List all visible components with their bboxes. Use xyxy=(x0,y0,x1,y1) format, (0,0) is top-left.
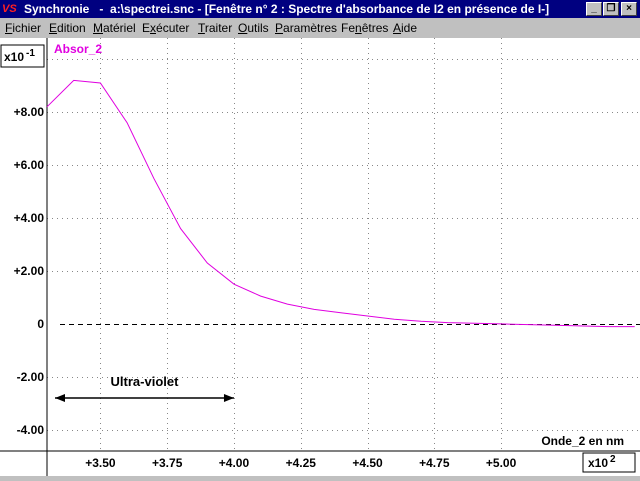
annotation-arrow-left-head xyxy=(55,394,66,403)
menu-fichier[interactable]: Fichier xyxy=(5,21,41,35)
y-tick-labels: +10.00+8.00+6.00+4.00+2.000-2.00-4.00 xyxy=(7,52,44,437)
annotation: Ultra-violet xyxy=(55,374,234,403)
x-tick-label: +4.00 xyxy=(219,456,250,470)
menu-executer[interactable]: Exécuter xyxy=(142,21,189,35)
x-tick-label: +4.75 xyxy=(419,456,450,470)
y-tick-label: +8.00 xyxy=(14,105,45,119)
x-tick-label: +4.50 xyxy=(352,456,383,470)
menu-edition[interactable]: Edition xyxy=(49,21,86,35)
status-strip xyxy=(0,476,640,480)
y-tick-label: +6.00 xyxy=(14,158,45,172)
menu-fenetres[interactable]: Fenêtres xyxy=(341,21,388,35)
y-tick-label: -4.00 xyxy=(17,423,45,437)
menu-parametres[interactable]: Paramètres xyxy=(275,21,337,35)
menu-bar: Fichier Edition Matériel Exécuter Traite… xyxy=(0,18,640,38)
restore-button[interactable]: ❐ xyxy=(603,2,619,16)
annotation-text: Ultra-violet xyxy=(111,374,180,389)
absorbance-chart: +10.00+8.00+6.00+4.00+2.000-2.00-4.00 +3… xyxy=(0,38,640,476)
y-tick-label: +2.00 xyxy=(14,264,45,278)
close-button[interactable]: × xyxy=(621,2,637,16)
menu-aide[interactable]: Aide xyxy=(393,21,417,35)
window-title: Synchronie - a:\spectrei.snc - [Fenêtre … xyxy=(24,2,550,16)
menu-materiel[interactable]: Matériel xyxy=(93,21,136,35)
y-tick-label: -2.00 xyxy=(17,370,45,384)
annotation-arrow-right-head xyxy=(223,394,234,403)
series-line xyxy=(46,79,635,328)
title-bar: VS Synchronie - a:\spectrei.snc - [Fenêt… xyxy=(0,0,640,18)
y-tick-label: +4.00 xyxy=(14,211,45,225)
x-tick-label: +5.00 xyxy=(486,456,517,470)
x-tick-labels: +3.50 +3.75 +4.00 +4.25 +4.50 +4.75 +5.00 xyxy=(85,456,516,470)
series-label: Absor_2 xyxy=(54,42,102,56)
y-tick-label: 0 xyxy=(37,317,44,331)
app-icon: VS xyxy=(2,3,17,15)
plot-area[interactable]: +10.00+8.00+6.00+4.00+2.000-2.00-4.00 +3… xyxy=(0,38,640,476)
menu-traiter[interactable]: Traiter xyxy=(198,21,232,35)
x-tick-label: +4.25 xyxy=(286,456,317,470)
menu-outils[interactable]: Outils xyxy=(238,21,269,35)
x-tick-label: +3.50 xyxy=(85,456,116,470)
minimize-button[interactable]: _ xyxy=(586,2,602,16)
x-axis-label: Onde_2 en nm xyxy=(541,434,624,448)
x-tick-label: +3.75 xyxy=(152,456,183,470)
